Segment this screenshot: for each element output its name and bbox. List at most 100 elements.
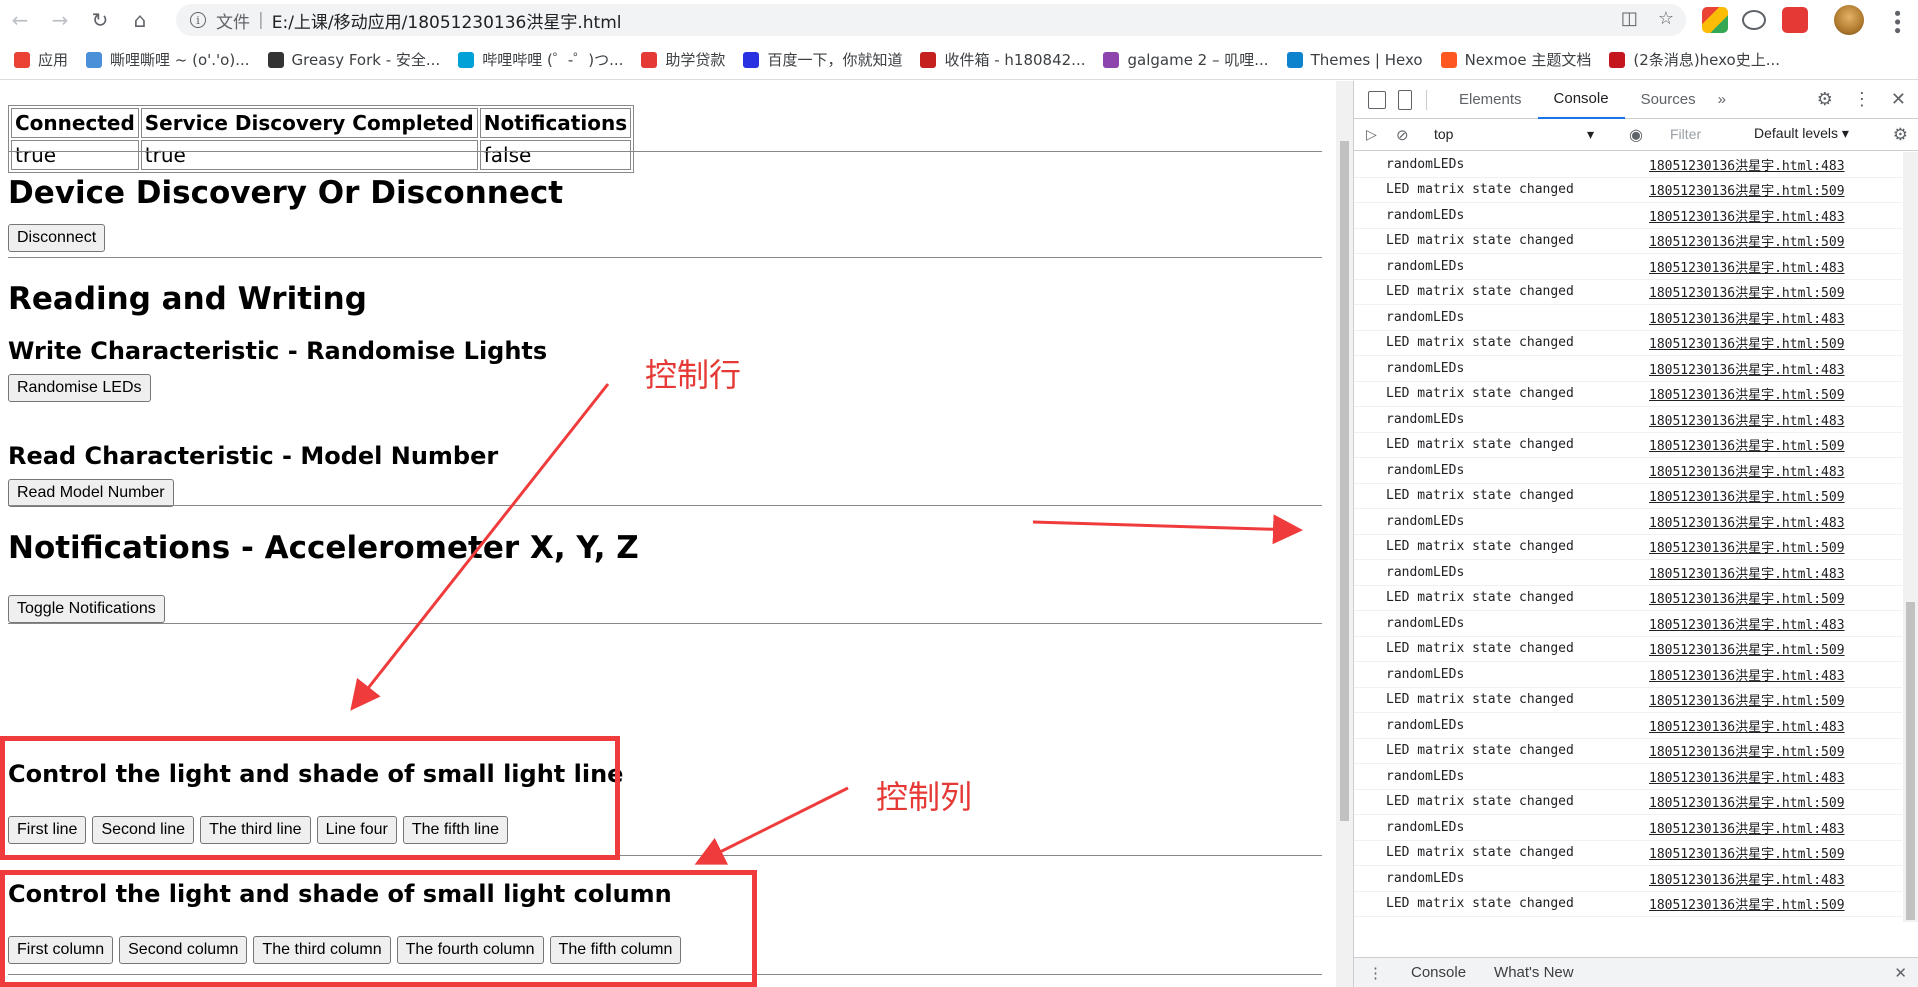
home-icon[interactable]: ⌂ xyxy=(120,0,160,40)
address-bar[interactable]: i 文件 | E:/上课/移动应用/18051230136洪星宇.html ◫ … xyxy=(176,4,1686,36)
filter-input[interactable]: Filter xyxy=(1664,123,1744,145)
log-message: LED matrix state changed xyxy=(1386,641,1574,657)
tab-elements[interactable]: Elements xyxy=(1443,81,1538,119)
console-scrollbar[interactable] xyxy=(1903,152,1918,922)
bookmark-favicon-icon xyxy=(920,51,937,68)
device-toolbar-icon[interactable] xyxy=(1398,89,1412,110)
bookmark-item[interactable]: 哔哩哔哩 (゜-゜)つ... xyxy=(458,49,623,70)
log-message: randomLEDs xyxy=(1386,360,1465,376)
log-source-link[interactable]: 18051230136洪星宇.html:483 xyxy=(1649,257,1845,276)
log-source-link[interactable]: 18051230136洪星宇.html:483 xyxy=(1649,818,1845,837)
log-source-link[interactable]: 18051230136洪星宇.html:483 xyxy=(1649,869,1845,888)
bookmark-favicon-icon xyxy=(641,51,658,68)
console-log-row: LED matrix state changed 18051230136洪星宇.h… xyxy=(1354,586,1902,611)
browser-menu-icon[interactable]: ••• xyxy=(1886,8,1907,34)
log-source-link[interactable]: 18051230136洪星宇.html:483 xyxy=(1649,461,1845,480)
bookmark-item[interactable]: 应用 xyxy=(14,49,68,70)
bookmark-item[interactable]: Themes | Hexo xyxy=(1286,50,1423,69)
log-source-link[interactable]: 18051230136洪星宇.html:483 xyxy=(1649,410,1845,429)
inspect-icon[interactable] xyxy=(1368,90,1386,109)
bookmark-item[interactable]: Nexmoe 主题文档 xyxy=(1440,49,1592,70)
log-source-link[interactable]: 18051230136洪星宇.html:509 xyxy=(1649,486,1845,505)
drawer-tab-whats-new[interactable]: What's New xyxy=(1494,964,1574,981)
settings-gear-icon[interactable]: ⚙ xyxy=(1817,89,1833,110)
log-message: LED matrix state changed xyxy=(1386,845,1574,861)
more-tabs-icon[interactable]: » xyxy=(1712,81,1732,119)
log-source-link[interactable]: 18051230136洪星宇.html:509 xyxy=(1649,537,1845,556)
log-source-link[interactable]: 18051230136洪星宇.html:483 xyxy=(1649,563,1845,582)
context-select[interactable]: top ▾ xyxy=(1434,126,1594,143)
log-source-link[interactable]: 18051230136洪星宇.html:509 xyxy=(1649,843,1845,862)
log-source-link[interactable]: 18051230136洪星宇.html:509 xyxy=(1649,231,1845,250)
log-source-link[interactable]: 18051230136洪星宇.html:509 xyxy=(1649,333,1845,352)
bookmark-label: Themes | Hexo xyxy=(1310,50,1423,69)
log-source-link[interactable]: 18051230136洪星宇.html:509 xyxy=(1649,690,1845,709)
read-model-number-button[interactable]: Read Model Number xyxy=(8,479,174,507)
log-source-link[interactable]: 18051230136洪星宇.html:483 xyxy=(1649,614,1845,633)
log-source-link[interactable]: 18051230136洪星宇.html:509 xyxy=(1649,180,1845,199)
console-settings-icon[interactable]: ⚙ xyxy=(1893,125,1908,145)
bookmark-label: Nexmoe 主题文档 xyxy=(1464,51,1592,69)
page-scrollbar[interactable] xyxy=(1336,81,1353,987)
log-source-link[interactable]: 18051230136洪星宇.html:483 xyxy=(1649,155,1845,174)
bookmark-item[interactable]: (2条消息)hexo史上... xyxy=(1609,49,1780,70)
bookmark-item[interactable]: galgame 2 – 叽哩... xyxy=(1103,49,1269,70)
drawer-menu-icon[interactable]: ⋮ xyxy=(1368,964,1383,982)
randomise-leds-button[interactable]: Randomise LEDs xyxy=(8,374,151,402)
log-message: randomLEDs xyxy=(1386,717,1465,733)
reload-icon[interactable]: ↻ xyxy=(80,0,120,40)
forward-arrow-icon[interactable]: → xyxy=(40,0,80,40)
bookmarks-bar: 应用 嘶哩嘶哩 ~ (o'.'o)... Greasy Fork - 安全... 哔哩… xyxy=(0,40,1918,80)
log-message: LED matrix state changed xyxy=(1386,284,1574,300)
bookmark-item[interactable]: 百度一下，你就知道 xyxy=(743,49,902,70)
log-source-link[interactable]: 18051230136洪星宇.html:509 xyxy=(1649,435,1845,454)
clear-console-icon[interactable]: ⊘ xyxy=(1396,126,1409,144)
translate-icon[interactable]: ◫ xyxy=(1621,8,1638,29)
extension-color-icon[interactable] xyxy=(1702,7,1728,33)
eye-icon[interactable]: ◉ xyxy=(1629,125,1643,145)
profile-avatar[interactable] xyxy=(1834,5,1864,35)
back-arrow-icon[interactable]: ← xyxy=(0,0,40,40)
log-source-link[interactable]: 18051230136洪星宇.html:483 xyxy=(1649,665,1845,684)
log-message: LED matrix state changed xyxy=(1386,743,1574,759)
log-source-link[interactable]: 18051230136洪星宇.html:483 xyxy=(1649,206,1845,225)
bookmark-favicon-icon xyxy=(1103,51,1120,68)
log-source-link[interactable]: 18051230136洪星宇.html:483 xyxy=(1649,308,1845,327)
extension-gamepad-icon[interactable] xyxy=(1742,10,1766,30)
log-source-link[interactable]: 18051230136洪星宇.html:509 xyxy=(1649,741,1845,760)
toggle-notifications-button[interactable]: Toggle Notifications xyxy=(8,595,165,623)
log-source-link[interactable]: 18051230136洪星宇.html:509 xyxy=(1649,792,1845,811)
log-source-link[interactable]: 18051230136洪星宇.html:509 xyxy=(1649,639,1845,658)
console-log-row: randomLEDs 18051230136洪星宇.html:483 xyxy=(1354,866,1902,892)
page-scrollbar-thumb[interactable] xyxy=(1340,141,1349,821)
bookmark-star-icon[interactable]: ☆ xyxy=(1658,8,1674,29)
tab-sources[interactable]: Sources xyxy=(1625,81,1712,119)
bookmark-item[interactable]: 嘶哩嘶哩 ~ (o'.'o)... xyxy=(86,49,250,70)
tab-console[interactable]: Console xyxy=(1537,81,1625,119)
sidebar-toggle-icon[interactable]: ▷ xyxy=(1366,126,1377,143)
info-icon[interactable]: i xyxy=(190,12,206,28)
close-icon[interactable]: ✕ xyxy=(1891,89,1906,110)
annotation-rows-label: 控制行 xyxy=(645,356,742,394)
bookmark-item[interactable]: 助学贷款 xyxy=(641,49,725,70)
devtools-menu-icon[interactable]: ⋮ xyxy=(1853,89,1871,110)
disconnect-button[interactable]: Disconnect xyxy=(8,224,106,252)
log-source-link[interactable]: 18051230136洪星宇.html:483 xyxy=(1649,716,1845,735)
drawer-tab-console[interactable]: Console xyxy=(1411,964,1466,981)
log-source-link[interactable]: 18051230136洪星宇.html:483 xyxy=(1649,767,1845,786)
bookmark-item[interactable]: Greasy Fork - 安全... xyxy=(267,49,440,70)
log-levels-select[interactable]: Default levels ▾ xyxy=(1754,125,1849,142)
log-source-link[interactable]: 18051230136洪星宇.html:509 xyxy=(1649,894,1845,913)
log-source-link[interactable]: 18051230136洪星宇.html:483 xyxy=(1649,512,1845,531)
value-notifications: false xyxy=(479,140,632,170)
bookmark-item[interactable]: 收件箱 - h180842... xyxy=(920,49,1085,70)
log-source-link[interactable]: 18051230136洪星宇.html:509 xyxy=(1649,384,1845,403)
console-scrollbar-thumb[interactable] xyxy=(1906,602,1915,920)
bookmark-label: 百度一下，你就知道 xyxy=(767,51,903,69)
log-source-link[interactable]: 18051230136洪星宇.html:483 xyxy=(1649,359,1845,378)
log-message: randomLEDs xyxy=(1386,207,1465,223)
extension-red-icon[interactable] xyxy=(1782,7,1808,33)
log-source-link[interactable]: 18051230136洪星宇.html:509 xyxy=(1649,588,1845,607)
log-source-link[interactable]: 18051230136洪星宇.html:509 xyxy=(1649,282,1845,301)
drawer-close-icon[interactable]: ✕ xyxy=(1894,964,1907,982)
